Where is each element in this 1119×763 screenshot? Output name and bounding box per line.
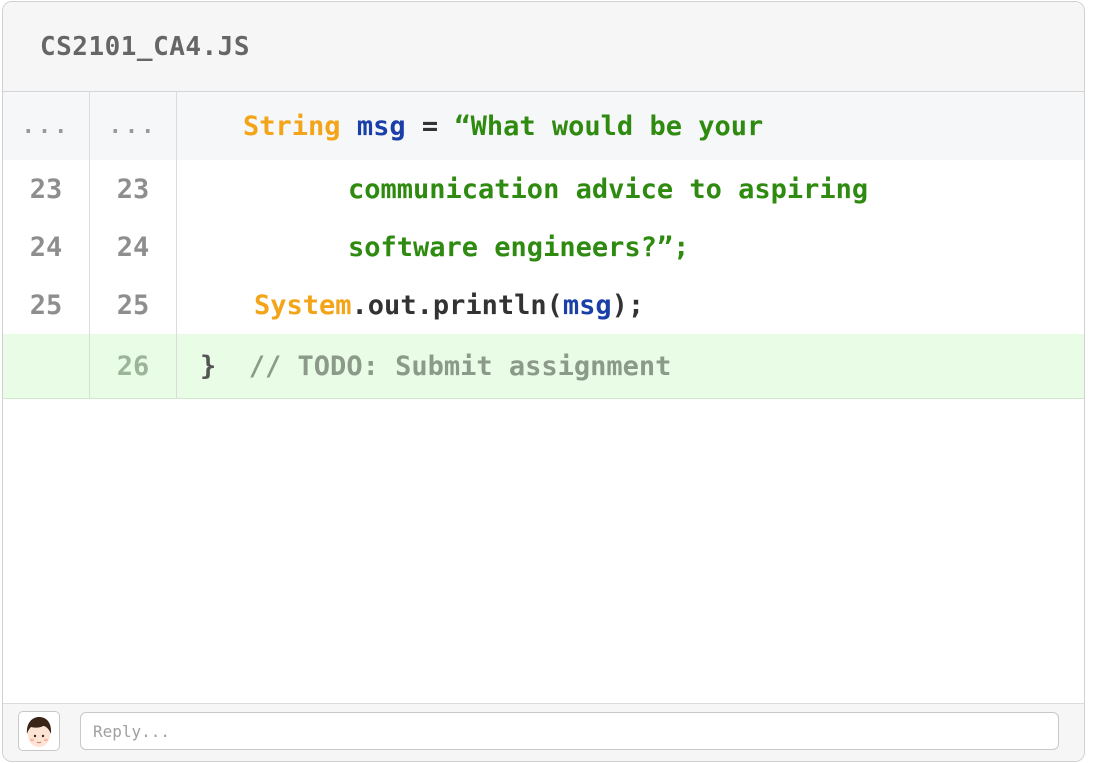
variable-token: msg (356, 110, 406, 142)
string-token: “What would be your (454, 110, 764, 142)
comment-token: // TODO: Submit assignment (248, 350, 672, 382)
code-line: String msg = “What would be your (177, 111, 1084, 142)
avatar-icon (26, 717, 52, 747)
code-row: 24 24 software engineers?”; (3, 218, 1084, 276)
new-line-number: ... (90, 92, 177, 160)
new-line-number: 24 (90, 218, 177, 276)
new-line-number: 23 (90, 160, 177, 218)
new-line-number: 25 (90, 276, 177, 334)
code-line: } // TODO: Submit assignment (177, 351, 1084, 382)
file-name: CS2101_CA4.JS (40, 31, 250, 62)
code-review-panel: CS2101_CA4.JS ... ... String msg = “What… (2, 1, 1085, 762)
avatar (18, 711, 60, 751)
diff-view: ... ... String msg = “What would be your… (3, 92, 1084, 399)
reply-bar (3, 703, 1084, 761)
old-line-number: 24 (3, 218, 90, 276)
brace-token: } (200, 350, 217, 382)
old-line-number: 23 (3, 160, 90, 218)
type-token: String (243, 110, 341, 142)
variable-token: msg (562, 289, 612, 321)
hunk-expander-row[interactable]: ... ... String msg = “What would be your (3, 92, 1084, 160)
punctuation-token: ); (611, 289, 645, 321)
code-line: System.out.println(msg); (177, 290, 1084, 321)
code-row: 23 23 communication advice to aspiring (3, 160, 1084, 218)
old-line-number: 25 (3, 276, 90, 334)
code-line: communication advice to aspiring (348, 173, 869, 205)
class-token: System (254, 289, 352, 321)
new-line-number: 26 (90, 334, 177, 398)
added-code-row: 26 } // TODO: Submit assignment (3, 334, 1084, 399)
old-line-number: ... (3, 92, 90, 160)
operator-token: = (405, 110, 455, 142)
code-line: software engineers?”; (348, 231, 690, 263)
old-line-number (3, 334, 90, 398)
reply-input[interactable] (80, 712, 1059, 750)
file-header: CS2101_CA4.JS (3, 2, 1084, 92)
code-row: 25 25 System.out.println(msg); (3, 276, 1084, 334)
method-token: .out.println( (351, 289, 563, 321)
